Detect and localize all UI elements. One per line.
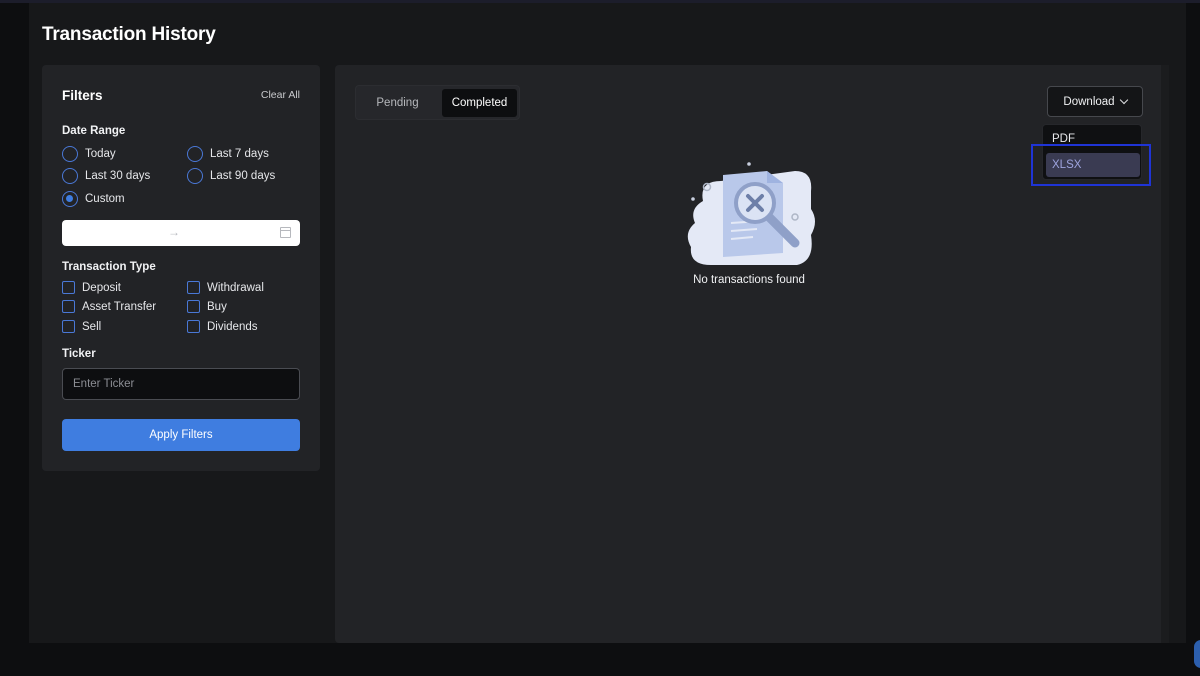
radio-circle[interactable] [62, 168, 78, 184]
download-label: Download [1063, 95, 1115, 108]
chat-widget-button[interactable] [1194, 640, 1200, 668]
apply-filters-button[interactable]: Apply Filters [62, 419, 300, 451]
filters-panel: Filters Clear All Date Range Today Last … [42, 65, 320, 471]
download-button[interactable]: Download [1047, 86, 1143, 117]
date-range-label: Date Range [62, 125, 126, 137]
checkbox-label: Deposit [82, 281, 121, 294]
checkbox-box[interactable] [62, 281, 75, 294]
checkbox-asset-transfer[interactable]: Asset Transfer [62, 300, 156, 313]
download-option-xlsx[interactable]: XLSX [1046, 153, 1140, 177]
app-container: Transaction History Filters Clear All Da… [29, 3, 1186, 643]
radio-label: Last 7 days [210, 148, 269, 160]
checkbox-box[interactable] [187, 320, 200, 333]
radio-label: Last 30 days [85, 170, 151, 182]
checkbox-withdrawal[interactable]: Withdrawal [187, 281, 264, 294]
radio-circle[interactable] [62, 146, 78, 162]
checkbox-deposit[interactable]: Deposit [62, 281, 121, 294]
checkbox-box[interactable] [62, 300, 75, 313]
checkbox-sell[interactable]: Sell [62, 320, 101, 333]
checkbox-box[interactable] [62, 320, 75, 333]
checkbox-label: Dividends [207, 320, 258, 333]
radio-label: Last 90 days [210, 170, 276, 182]
date-range-picker[interactable]: → [62, 220, 300, 246]
checkbox-dividends[interactable]: Dividends [187, 320, 258, 333]
radio-custom[interactable]: Custom [62, 191, 125, 207]
calendar-icon[interactable] [280, 227, 291, 238]
clear-all-button[interactable]: Clear All [261, 89, 300, 101]
checkbox-box[interactable] [187, 281, 200, 294]
date-range-separator: → [168, 225, 180, 239]
panel-scrollbar[interactable] [1161, 65, 1169, 643]
radio-today[interactable]: Today [62, 146, 116, 162]
radio-last-7-days[interactable]: Last 7 days [187, 146, 269, 162]
radio-label: Custom [85, 193, 125, 205]
empty-state-message: No transactions found [693, 274, 805, 286]
chevron-down-icon [1119, 95, 1128, 105]
download-dropdown: PDF XLSX [1042, 124, 1142, 180]
empty-state-illustration [687, 162, 815, 265]
checkbox-label: Withdrawal [207, 281, 264, 294]
download-option-pdf[interactable]: PDF [1046, 127, 1140, 151]
radio-label: Today [85, 148, 116, 160]
status-tabs: Pending Completed [355, 85, 520, 120]
ticker-input[interactable] [62, 368, 300, 400]
radio-circle-checked[interactable] [62, 191, 78, 207]
checkbox-box[interactable] [187, 300, 200, 313]
transaction-type-label: Transaction Type [62, 261, 156, 273]
radio-last-30-days[interactable]: Last 30 days [62, 168, 150, 184]
transactions-panel: Pending Completed Download PDF XLSX No t… [335, 65, 1169, 643]
checkbox-buy[interactable]: Buy [187, 300, 227, 313]
tab-pending[interactable]: Pending [359, 89, 436, 117]
checkbox-label: Asset Transfer [82, 300, 157, 313]
ticker-label: Ticker [62, 348, 96, 360]
tab-completed[interactable]: Completed [442, 89, 517, 117]
radio-circle[interactable] [187, 168, 203, 184]
radio-circle[interactable] [187, 146, 203, 162]
checkbox-label: Sell [82, 320, 102, 333]
radio-last-90-days[interactable]: Last 90 days [187, 168, 275, 184]
filters-title: Filters [62, 88, 103, 103]
checkbox-label: Buy [207, 300, 227, 313]
page-title: Transaction History [42, 24, 216, 45]
